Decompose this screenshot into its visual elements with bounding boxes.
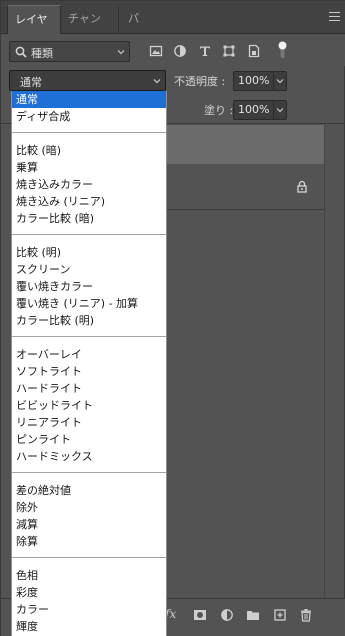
blend-mode-option[interactable]: 乗算 bbox=[12, 159, 166, 176]
blend-mode-option[interactable]: カラー比較 (暗) bbox=[12, 210, 166, 227]
add-mask-icon[interactable] bbox=[193, 608, 207, 622]
blend-mode-option[interactable]: 減算 bbox=[12, 516, 166, 533]
chevron-down-icon bbox=[276, 79, 284, 84]
filter-toggle-icon[interactable] bbox=[278, 41, 287, 59]
blend-mode-option[interactable]: 通常 bbox=[12, 91, 166, 108]
blend-mode-option[interactable]: ハードミックス bbox=[12, 448, 166, 465]
layer-row-selected[interactable] bbox=[167, 125, 325, 164]
layers-panel: レイヤー チャンネル パス 種類 bbox=[0, 0, 345, 636]
blend-mode-option[interactable]: 差の絶対値 bbox=[12, 482, 166, 499]
blend-mode-dropdown: 通常 ディザ合成比較 (暗) 乗算 焼き込みカラー 焼き込み (リニア) カラー比較 (暗… bbox=[11, 91, 167, 636]
trash-icon[interactable] bbox=[299, 608, 313, 622]
blend-mode-option[interactable]: 比較 (明) bbox=[12, 244, 166, 261]
adjustment-layer-icon[interactable] bbox=[220, 608, 234, 622]
panel-tab-bar: レイヤー チャンネル パス bbox=[1, 1, 345, 53]
new-group-icon[interactable] bbox=[246, 608, 260, 622]
blend-mode-option[interactable]: 焼き込み (リニア) bbox=[12, 193, 166, 210]
blend-mode-current: 通常 bbox=[20, 76, 42, 89]
blend-mode-option[interactable]: ハードライト bbox=[12, 380, 166, 397]
blend-mode-option[interactable]: リニアライト bbox=[12, 414, 166, 431]
chevron-down-icon bbox=[276, 108, 284, 113]
tab-channels[interactable]: チャンネル bbox=[61, 5, 119, 52]
blend-mode-option[interactable]: 覆い焼き (リニア) - 加算 bbox=[12, 295, 166, 312]
blend-mode-select[interactable]: 通常 bbox=[9, 70, 166, 91]
blend-mode-option[interactable]: 輝度 bbox=[12, 618, 166, 635]
image-filter-icon[interactable] bbox=[149, 44, 163, 58]
new-layer-icon[interactable] bbox=[273, 608, 287, 622]
opacity-input[interactable]: 100% bbox=[233, 71, 274, 91]
dropdown-separator bbox=[12, 465, 166, 482]
blend-mode-option[interactable]: オーバーレイ bbox=[12, 346, 166, 363]
fill-input[interactable]: 100% bbox=[233, 100, 274, 120]
dropdown-separator bbox=[12, 125, 166, 142]
blend-mode-option[interactable]: 除算 bbox=[12, 533, 166, 550]
blend-mode-option[interactable]: ディザ合成 bbox=[12, 108, 166, 125]
tab-layers[interactable]: レイヤー bbox=[7, 5, 61, 53]
layer-list-scrollbar[interactable] bbox=[324, 125, 344, 597]
shape-filter-icon[interactable] bbox=[222, 44, 236, 58]
blend-mode-option[interactable]: ビビッドライト bbox=[12, 397, 166, 414]
type-filter-icon[interactable] bbox=[198, 44, 212, 58]
filter-kind-select[interactable]: 種類 bbox=[9, 41, 130, 62]
blend-mode-option[interactable]: 除外 bbox=[12, 499, 166, 516]
blend-mode-option[interactable]: 比較 (暗) bbox=[12, 142, 166, 159]
dropdown-separator bbox=[12, 550, 166, 567]
blend-mode-option[interactable]: カラー bbox=[12, 601, 166, 618]
chevron-down-icon bbox=[117, 50, 125, 55]
blend-mode-option[interactable]: 覆い焼きカラー bbox=[12, 278, 166, 295]
fill-dropdown-button[interactable] bbox=[273, 100, 287, 120]
blend-mode-option[interactable]: スクリーン bbox=[12, 261, 166, 278]
search-icon bbox=[15, 46, 27, 58]
opacity-dropdown-button[interactable] bbox=[273, 71, 287, 91]
panel-menu-icon[interactable] bbox=[329, 12, 340, 21]
blend-mode-option[interactable]: ピンライト bbox=[12, 431, 166, 448]
chevron-down-icon bbox=[153, 79, 161, 84]
blend-row: 通常 不透明度 : 100% bbox=[1, 66, 345, 94]
layer-filter-row: 種類 bbox=[1, 34, 345, 66]
blend-mode-option[interactable]: ソフトライト bbox=[12, 363, 166, 380]
filter-kind-label: 種類 bbox=[31, 47, 53, 60]
dropdown-separator bbox=[12, 329, 166, 346]
dropdown-separator bbox=[12, 227, 166, 244]
opacity-label: 不透明度 : bbox=[174, 75, 226, 88]
blend-mode-option[interactable]: 焼き込みカラー bbox=[12, 176, 166, 193]
fill-label: 塗り : bbox=[204, 104, 234, 117]
tab-paths[interactable]: パス bbox=[121, 5, 153, 52]
lock-icon bbox=[297, 180, 307, 193]
blend-mode-option[interactable]: 彩度 bbox=[12, 584, 166, 601]
adjustment-filter-icon[interactable] bbox=[173, 44, 187, 58]
smart-object-filter-icon[interactable] bbox=[247, 44, 261, 58]
blend-mode-option[interactable]: 色相 bbox=[12, 567, 166, 584]
blend-mode-option[interactable]: カラー比較 (明) bbox=[12, 312, 166, 329]
